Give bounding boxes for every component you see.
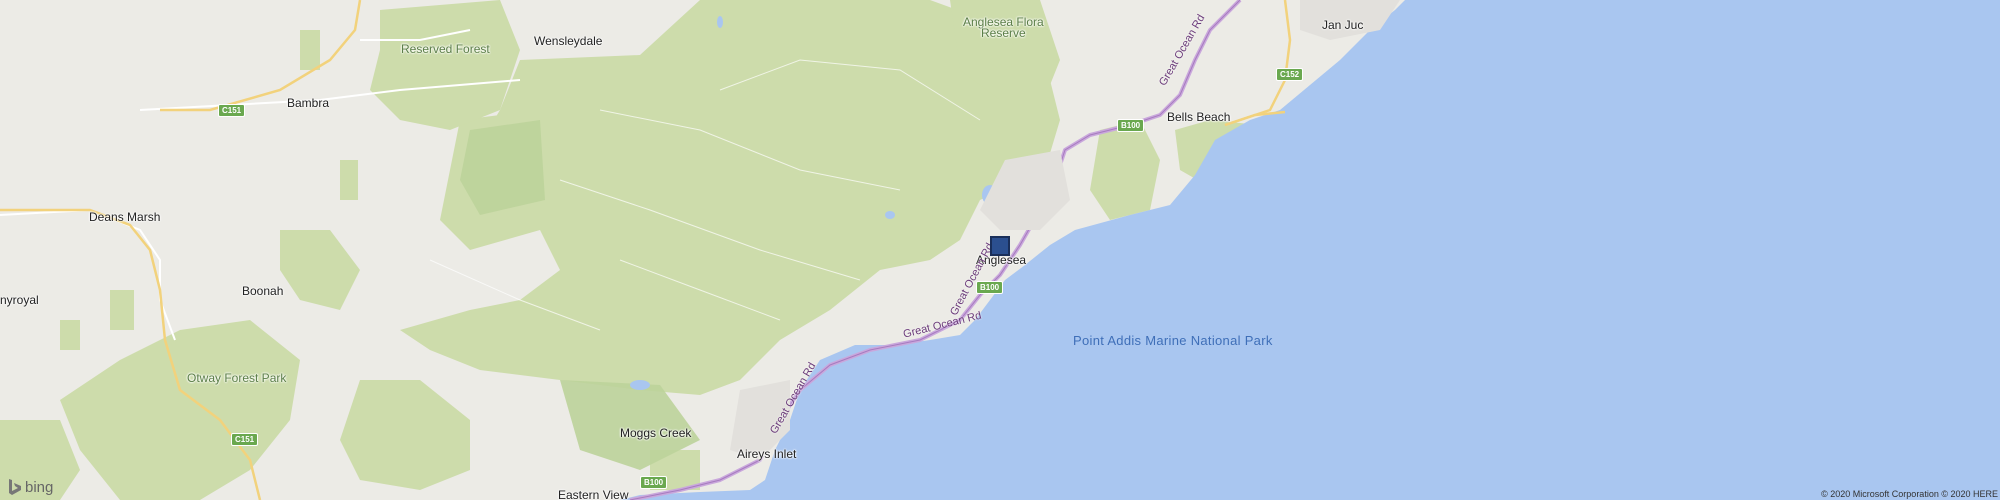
forest-patch-2 (110, 290, 134, 330)
forest-patch-4 (300, 30, 320, 70)
shield-b100-a: B100 (1117, 119, 1145, 132)
forest-dark-1 (460, 120, 545, 215)
bing-logo-text: bing (25, 478, 54, 496)
location-marker[interactable] (990, 236, 1010, 256)
shield-b100-b: B100 (976, 281, 1004, 294)
park-label-reserved-forest: Reserved Forest (401, 42, 490, 56)
park-label-otway-forest-park: Otway Forest Park (187, 371, 287, 385)
park-label-anglesea-flora-reserve: Reserve (981, 26, 1026, 40)
water-label-point-addis: Point Addis Marine National Park (1073, 333, 1273, 348)
forest-patch-3 (60, 320, 80, 350)
bing-logo: bing (8, 478, 53, 496)
place-label-jan-juc[interactable]: Jan Juc (1322, 18, 1363, 32)
map-view[interactable]: Wensleydale Bambra Deans Marsh Boonah ny… (0, 0, 2000, 500)
place-label-aireys-inlet[interactable]: Aireys Inlet (737, 447, 796, 461)
place-label-bells-beach[interactable]: Bells Beach (1167, 110, 1230, 124)
place-label-gnyroyal[interactable]: nyroyal (0, 293, 39, 307)
shield-c151-b: C151 (231, 433, 259, 446)
place-label-wensleydale[interactable]: Wensleydale (534, 34, 602, 48)
place-label-eastern-view[interactable]: Eastern View (558, 488, 628, 500)
forest-reserved (370, 0, 520, 130)
place-label-moggs-creek[interactable]: Moggs Creek (620, 426, 691, 440)
map-copyright: © 2020 Microsoft Corporation © 2020 HERE (1821, 489, 1998, 499)
bing-icon (9, 479, 21, 495)
shield-c152: C152 (1276, 68, 1304, 81)
shield-c151-a: C151 (218, 104, 246, 117)
place-label-bambra[interactable]: Bambra (287, 96, 329, 110)
place-label-boonah[interactable]: Boonah (242, 284, 283, 298)
forest-patch-1 (340, 160, 358, 200)
shield-b100-c: B100 (640, 476, 668, 489)
place-label-deans-marsh[interactable]: Deans Marsh (89, 210, 160, 224)
